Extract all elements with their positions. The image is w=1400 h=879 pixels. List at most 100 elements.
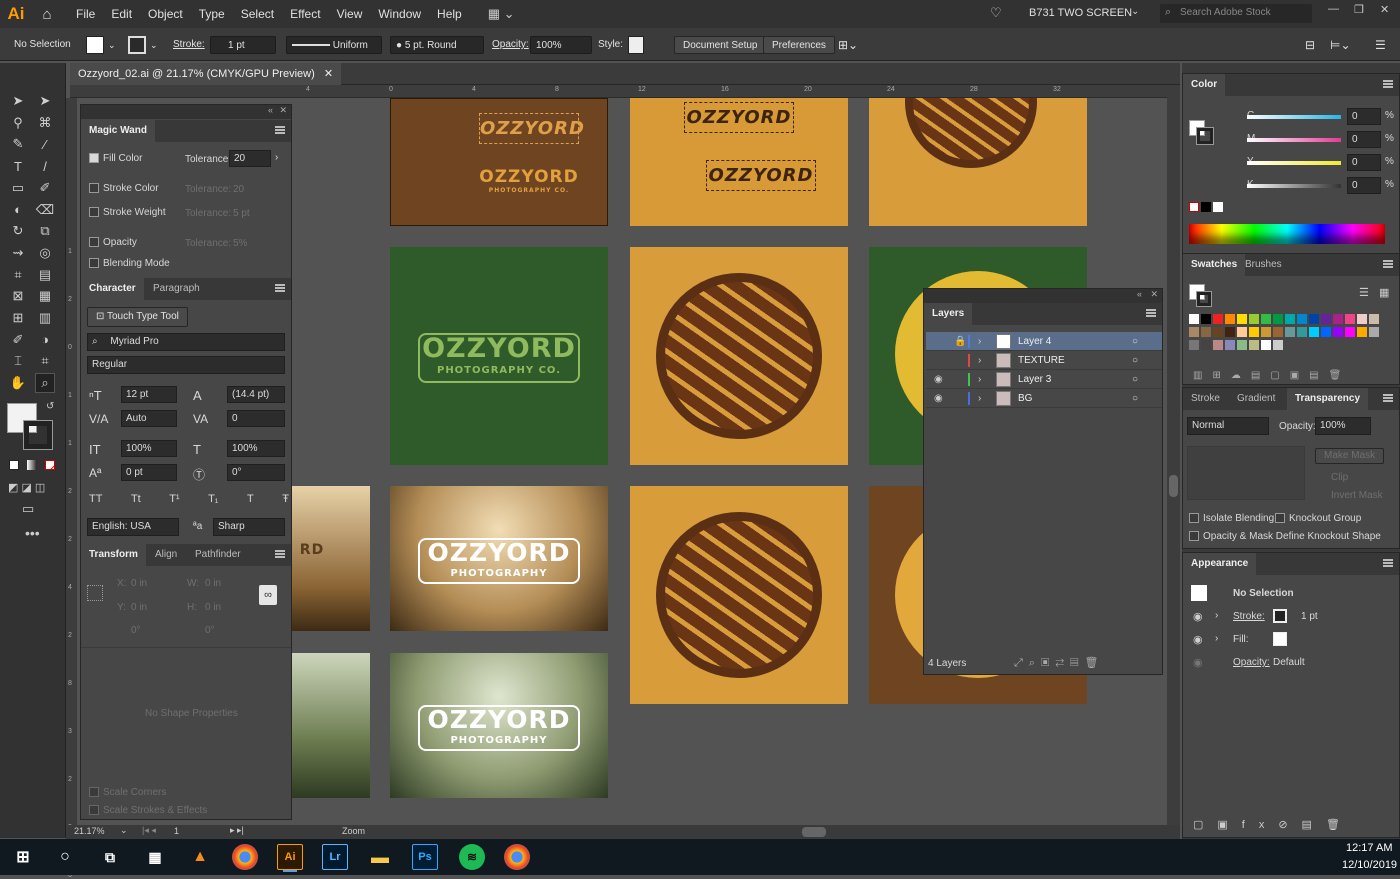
touch-type-button[interactable]: ⊡ Touch Type Tool	[87, 307, 188, 327]
leading-field[interactable]: (14.4 pt)	[227, 386, 285, 403]
layer-name[interactable]: BG	[1018, 389, 1032, 408]
lightroom-taskbar-icon[interactable]: Lr	[322, 844, 348, 870]
channel-value[interactable]: 0	[1347, 131, 1381, 148]
color-swatch[interactable]	[1213, 340, 1223, 350]
preferences-button[interactable]: Preferences	[763, 36, 835, 54]
close-icon[interactable]: ✕	[279, 105, 287, 116]
layer-row[interactable]: › TEXTURE ○	[926, 351, 1162, 370]
color-swatch[interactable]	[1249, 340, 1259, 350]
horizontal-scrollbar-thumb[interactable]	[802, 827, 826, 837]
swatch-actions-icons[interactable]: ▥⊞☁▤▢▣▤🗑	[1193, 370, 1351, 381]
fill-color-checkbox[interactable]	[89, 153, 99, 163]
blending-mode-checkbox[interactable]	[89, 258, 99, 268]
color-swatch[interactable]	[1261, 314, 1271, 324]
color-swatch[interactable]	[1189, 340, 1199, 350]
clock-date[interactable]: 12/10/2019	[1342, 859, 1397, 871]
color-swatch[interactable]	[1273, 314, 1283, 324]
lock-icon[interactable]: 🔒	[954, 332, 966, 351]
color-swatch[interactable]	[1237, 327, 1247, 337]
chevron-right-icon[interactable]: ›	[275, 152, 278, 163]
tab-layers[interactable]: Layers	[924, 303, 973, 325]
panel-menu-icon[interactable]	[275, 126, 285, 134]
shaper-tool-icon[interactable]: ◐	[8, 200, 28, 220]
menu-window[interactable]: Window	[370, 0, 429, 28]
font-size-field[interactable]: 12 pt	[121, 386, 177, 403]
stroke-color-checkbox[interactable]	[89, 183, 99, 193]
stroke-color-box[interactable]	[1196, 291, 1212, 307]
tab-pathfinder[interactable]: Pathfinder	[187, 544, 249, 566]
arrange-icon[interactable]: ⊞⌄	[838, 36, 858, 54]
lasso-tool-icon[interactable]: ⌘	[35, 113, 55, 133]
color-swatch[interactable]	[1285, 327, 1295, 337]
language-field[interactable]: English: USA	[87, 518, 179, 536]
color-swatch[interactable]	[1285, 314, 1295, 324]
workspace-name[interactable]: B731 TWO SCREEN	[1029, 7, 1132, 19]
invert-mask-checkbox[interactable]: Invert Mask	[1331, 490, 1383, 501]
tab-magic-wand[interactable]: Magic Wand	[81, 120, 155, 142]
vlc-icon[interactable]: ▲	[187, 844, 213, 870]
vertical-scrollbar-thumb[interactable]	[1169, 475, 1178, 497]
artboard-orange-badge-2[interactable]	[630, 486, 848, 704]
stroke-color-box[interactable]	[1196, 127, 1214, 145]
artboard-orange-outline[interactable]: OZZYORD OZZYORD	[630, 98, 848, 226]
eraser-tool-icon[interactable]: ⌫	[35, 200, 55, 220]
tab-color[interactable]: Color	[1183, 74, 1226, 96]
line-tool-icon[interactable]: /	[35, 156, 55, 176]
collapse-icon[interactable]: «	[1137, 289, 1142, 299]
tracking-field[interactable]: 0	[227, 410, 285, 427]
color-swatch[interactable]	[1345, 327, 1355, 337]
more-tools-icon[interactable]: •••	[25, 525, 40, 541]
menu-object[interactable]: Object	[140, 0, 191, 28]
color-swatch[interactable]	[1225, 314, 1235, 324]
eye-icon[interactable]: ◉	[1193, 656, 1203, 669]
paintbrush-tool-icon[interactable]: ✐	[35, 178, 55, 198]
chevron-right-icon[interactable]: ›	[978, 370, 981, 389]
color-swatch[interactable]	[1249, 327, 1259, 337]
perspective-tool-icon[interactable]: ▤	[35, 265, 55, 285]
shape-builder-tool-icon[interactable]: ⌗	[8, 265, 28, 285]
minimize-button[interactable]: —	[1328, 3, 1339, 15]
color-swatch[interactable]	[1201, 340, 1211, 350]
vertical-scrollbar-track[interactable]	[1167, 85, 1180, 825]
magic-wand-tool-icon[interactable]: ⚲	[8, 113, 28, 133]
color-swatch[interactable]	[1237, 340, 1247, 350]
stroke-weight-field[interactable]: 1 pt	[210, 36, 276, 54]
channel-slider[interactable]	[1247, 138, 1341, 142]
blend-mode-select[interactable]: Normal	[1187, 417, 1269, 435]
type-tool-icon[interactable]: T	[8, 156, 28, 176]
chevron-down-icon[interactable]: ⌄	[1131, 6, 1139, 17]
stroke-weight-checkbox[interactable]	[89, 207, 99, 217]
color-swatch[interactable]	[1189, 327, 1199, 337]
artboard-green-logo[interactable]: OZZYORD PHOTOGRAPHY CO.	[390, 247, 608, 465]
color-swatch[interactable]	[1333, 327, 1343, 337]
color-swatch[interactable]	[1369, 314, 1379, 324]
align-icon[interactable]: ⊟	[1305, 36, 1315, 54]
tab-transform[interactable]: Transform	[81, 544, 146, 566]
opacity-field[interactable]: 100%	[1315, 417, 1371, 435]
artboard-sepia-photo[interactable]: OZZYORD PHOTOGRAPHY	[390, 486, 608, 631]
artboard-nav-icon[interactable]: |◂ ◂	[142, 825, 156, 836]
workspace-switcher-icon[interactable]: ▦ ⌄	[488, 6, 515, 22]
rotate-tool-icon[interactable]: ↻	[8, 221, 28, 241]
artboard-tool-icon[interactable]: ⌶	[8, 351, 28, 371]
channel-slider[interactable]	[1247, 161, 1341, 165]
blend-tool-icon[interactable]: ▥	[35, 308, 55, 328]
antialias-field[interactable]: Sharp	[213, 518, 285, 536]
rectangle-tool-icon[interactable]: ▭	[8, 178, 28, 198]
reference-point-icon[interactable]	[87, 585, 103, 601]
color-swatch[interactable]	[1321, 314, 1331, 324]
symbol-sprayer-tool-icon[interactable]: ✐	[8, 330, 28, 350]
menu-effect[interactable]: Effect	[282, 0, 328, 28]
define-knockout-checkbox[interactable]	[1189, 531, 1199, 541]
none-swatch[interactable]	[1189, 202, 1199, 212]
make-mask-button[interactable]: Make Mask	[1315, 448, 1385, 464]
gradient-mode-icon[interactable]	[27, 460, 37, 470]
layer-row[interactable]: ◉ › BG ○	[926, 389, 1162, 408]
artboard-nav-next-icon[interactable]: ▸ ▸|	[230, 825, 244, 836]
panel-menu-icon[interactable]	[1383, 260, 1393, 268]
lightbulb-icon[interactable]: ♡	[990, 5, 1002, 21]
grid-view-icon[interactable]: ▦	[1379, 286, 1389, 299]
layer-row[interactable]: ◉ › Layer 3 ○	[926, 370, 1162, 389]
artboard-brown-logo[interactable]: OZZYORD OZZYORD PHOTOGRAPHY CO.	[390, 98, 608, 226]
stroke-swatch[interactable]	[128, 36, 146, 54]
